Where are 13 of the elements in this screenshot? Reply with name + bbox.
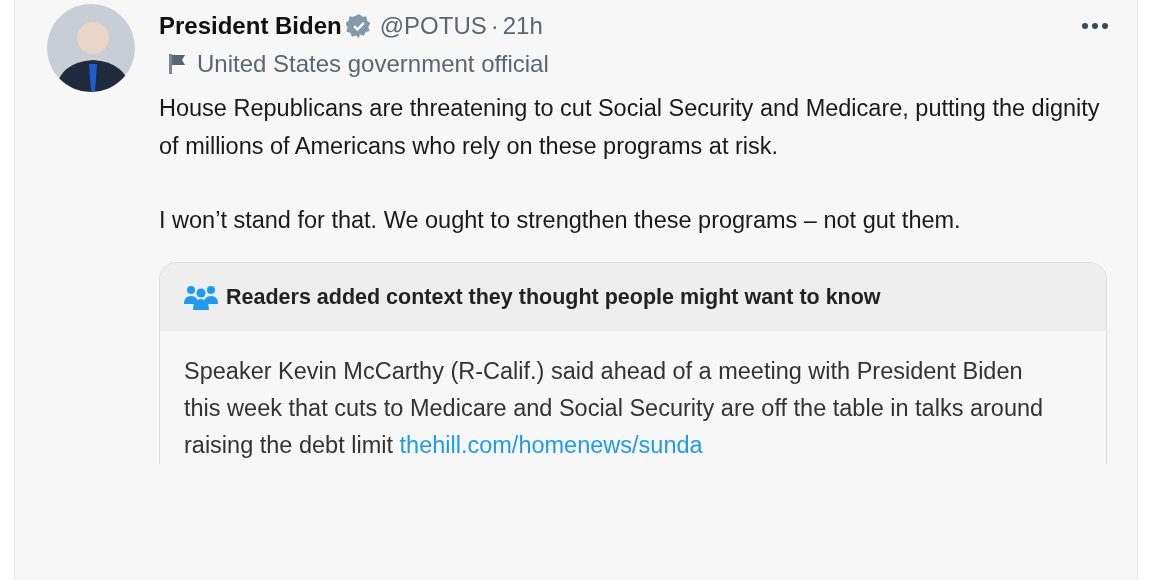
handle[interactable]: @POTUS <box>379 8 487 44</box>
timestamp[interactable]: 21h <box>502 8 543 44</box>
post-text: House Republicans are threatening to cut Social Security and Medicare, putting the dignity of millions of Americans who rely on these programs at risk. <box>159 94 1101 161</box>
account-label: United States government official <box>197 49 549 79</box>
separator: · <box>490 11 499 41</box>
verified-icon <box>345 13 372 39</box>
people-icon <box>184 283 218 310</box>
note-text: Speaker Kevin McCarthy (R-Calif.) said ahead of a meeting with President Biden this week that cuts to Medicare and Social Security are off the table in talks around raising the debt limit thehill.com/homenews/sunda <box>184 356 1045 460</box>
more-icon[interactable] <box>1081 22 1109 30</box>
author-name[interactable]: President Biden <box>159 8 342 44</box>
note-title: Readers added context they thought people might want to know <box>226 283 881 311</box>
source-link[interactable]: thehill.com/homenews/sunda <box>399 431 703 458</box>
post-text: I won’t stand for that. We ought to strengthen these programs – not gut them. <box>159 206 962 235</box>
